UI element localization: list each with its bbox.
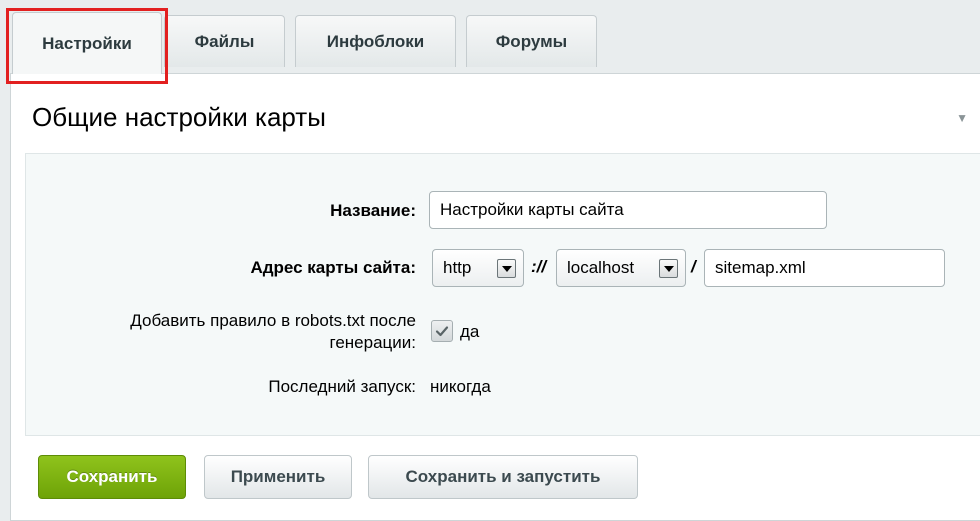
- robots-checkbox[interactable]: [431, 320, 453, 342]
- tab-forums[interactable]: Форумы: [466, 15, 597, 67]
- robots-option-label[interactable]: да: [460, 322, 479, 342]
- name-input-value: Настройки карты сайта: [440, 200, 624, 219]
- tab-settings-label: Настройки: [42, 33, 132, 53]
- host-select-value: localhost: [567, 258, 635, 277]
- robots-label-line2: генерации:: [329, 333, 417, 352]
- chevron-down-icon: [659, 259, 678, 278]
- tab-files-label: Файлы: [194, 31, 255, 51]
- tab-forums-label: Форумы: [495, 31, 568, 51]
- scheme-separator: ://: [531, 257, 547, 276]
- save-and-run-button[interactable]: Сохранить и запустить: [368, 455, 638, 499]
- tab-settings[interactable]: Настройки: [12, 12, 162, 74]
- chevron-down-icon: [497, 259, 516, 278]
- tab-files[interactable]: Файлы: [164, 15, 285, 67]
- page-title: Общие настройки карты: [32, 102, 326, 132]
- tab-bar: Настройки Файлы Инфоблоки Форумы: [0, 0, 980, 74]
- path-separator: /: [691, 257, 696, 276]
- file-input[interactable]: sitemap.xml: [704, 249, 945, 287]
- protocol-select-value: http: [443, 258, 472, 277]
- chevron-down-icon[interactable]: ▼: [956, 111, 968, 125]
- tab-iblocks[interactable]: Инфоблоки: [295, 15, 456, 67]
- last-run-value: никогда: [430, 377, 491, 396]
- robots-label: Добавить правило в robots.txt после гене…: [130, 310, 416, 354]
- host-select[interactable]: localhost: [556, 249, 686, 287]
- apply-button[interactable]: Применить: [204, 455, 352, 499]
- address-label: Адрес карты сайта:: [250, 258, 416, 277]
- robots-label-line1: Добавить правило в robots.txt после: [130, 311, 416, 330]
- name-input[interactable]: Настройки карты сайта: [429, 191, 827, 229]
- check-icon: [435, 326, 449, 337]
- name-label: Название:: [330, 201, 416, 220]
- tab-iblocks-label: Инфоблоки: [326, 31, 425, 51]
- file-input-value: sitemap.xml: [715, 258, 806, 277]
- last-run-label: Последний запуск:: [268, 377, 416, 396]
- protocol-select[interactable]: http: [432, 249, 524, 287]
- save-button[interactable]: Сохранить: [38, 455, 186, 499]
